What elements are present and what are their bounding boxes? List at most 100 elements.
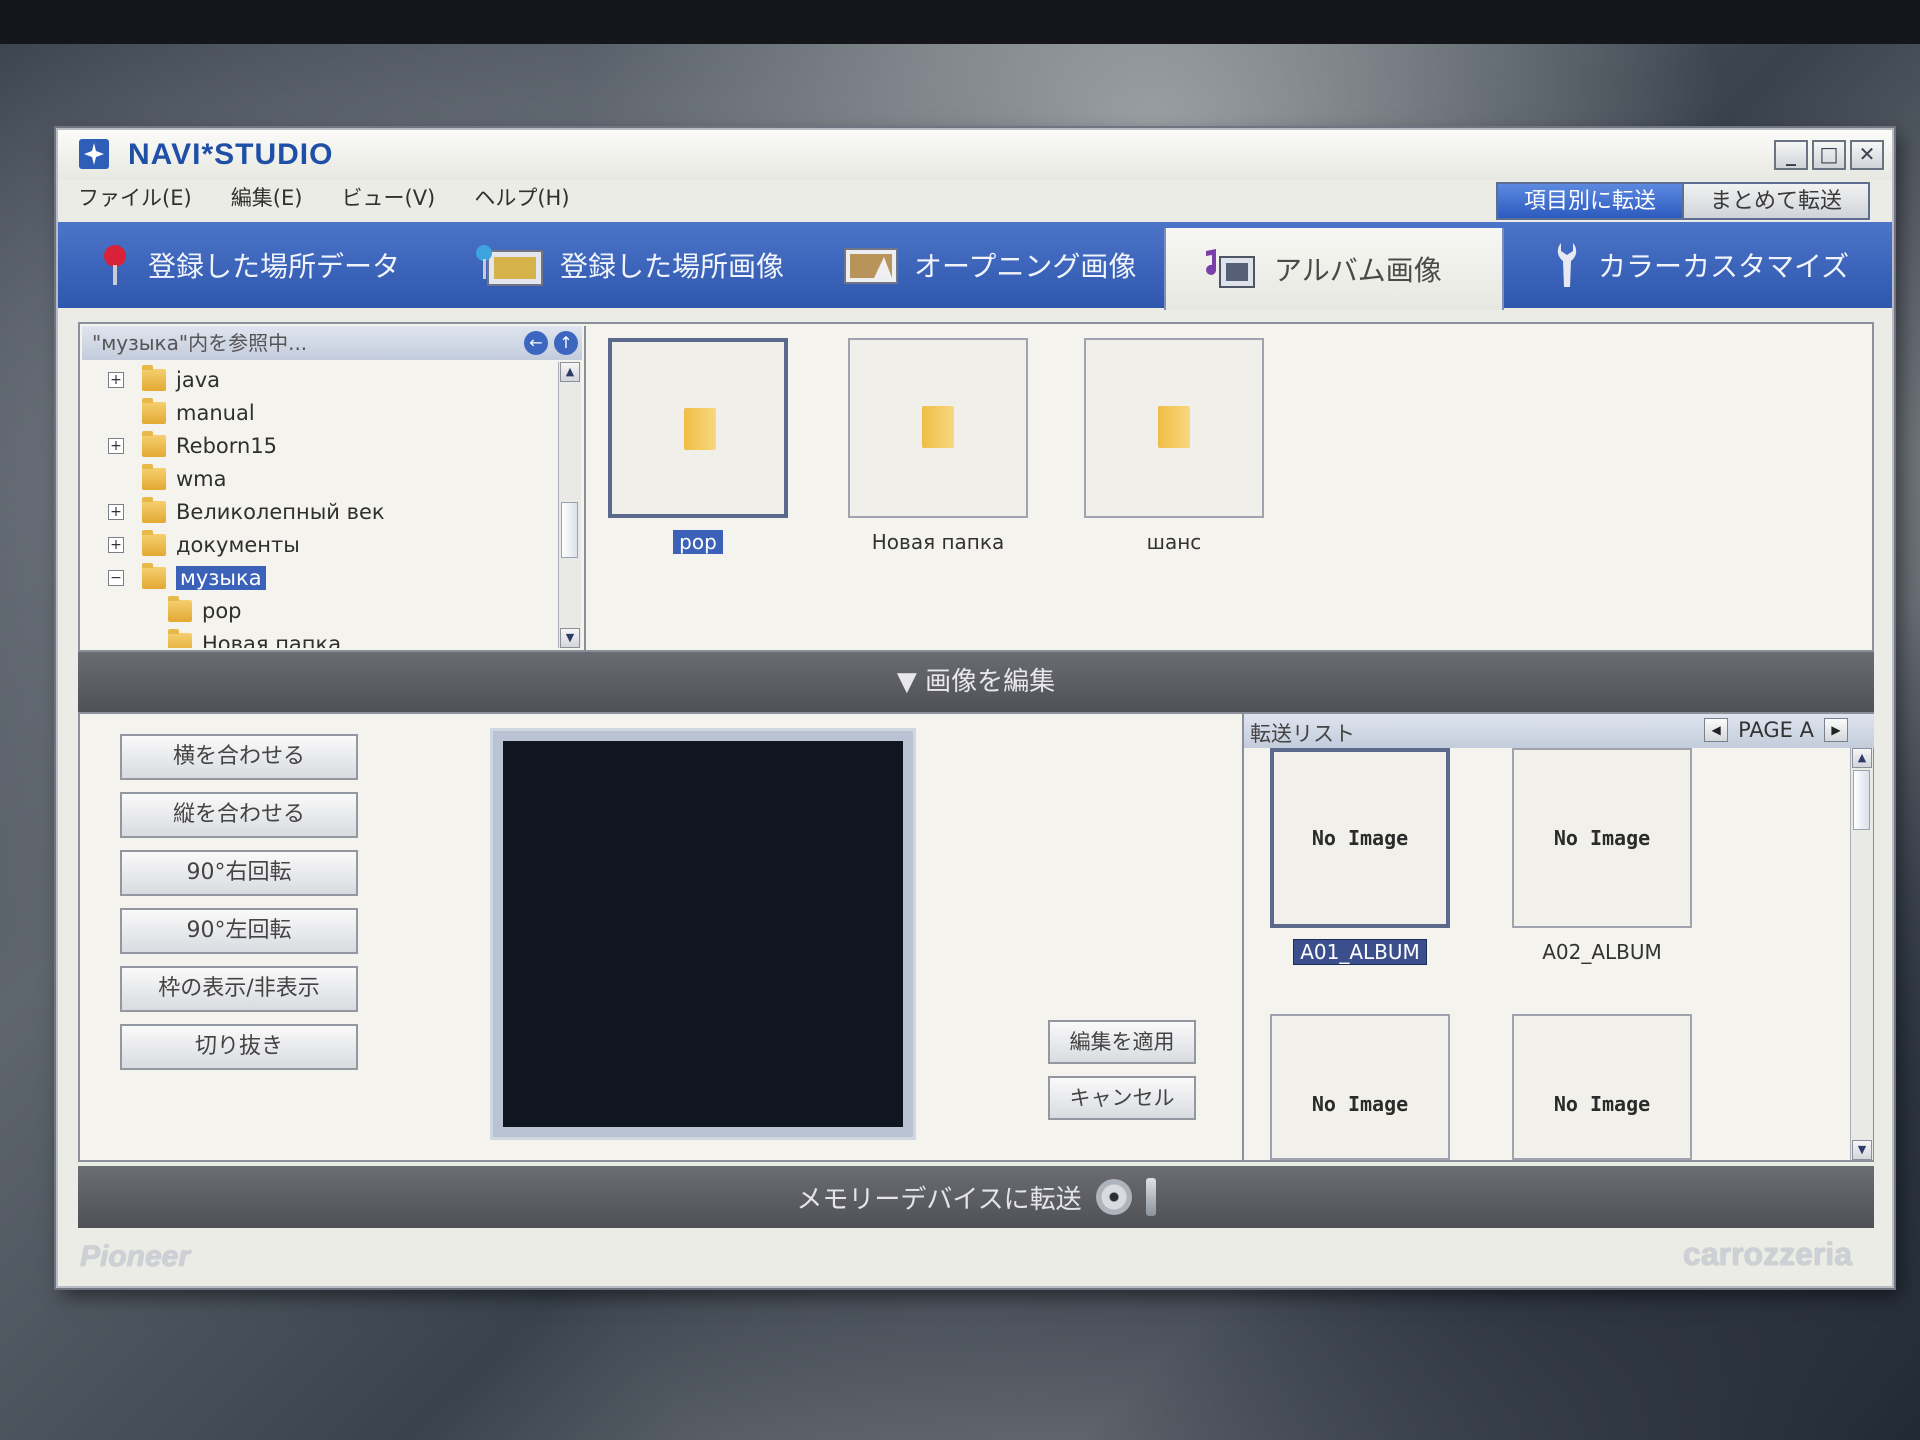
scroll-down-icon[interactable]: ▼ — [1852, 1140, 1872, 1160]
previous-page-icon[interactable]: ◀ — [1704, 718, 1729, 742]
folder-icon — [684, 408, 716, 450]
fit-height-button[interactable]: 縦を合わせる — [120, 792, 358, 838]
app-title: NAVI*STUDIO — [128, 138, 334, 171]
menu-view[interactable]: ビュー(V) — [342, 182, 436, 212]
tab-album-images[interactable]: アルバム画像 — [1164, 228, 1504, 310]
page-label: PAGE A — [1738, 718, 1814, 742]
pioneer-logo: Pioneer — [80, 1240, 191, 1273]
tab-label: オープニング画像 — [914, 250, 1137, 283]
expand-icon[interactable]: + — [108, 504, 124, 520]
collapse-icon[interactable]: − — [108, 570, 124, 586]
edit-image-label: 画像を編集 — [925, 667, 1056, 697]
wrench-icon — [1557, 243, 1577, 287]
album-slot-thumbnail[interactable]: No Image — [1270, 748, 1450, 928]
image-preview-frame — [490, 728, 916, 1140]
menu-file[interactable]: ファイル(E) — [78, 182, 192, 212]
tree-item-label: java — [176, 368, 220, 392]
folder-thumbnail-label: шанс — [1146, 530, 1202, 554]
album-slot-thumbnail[interactable]: No Image — [1512, 1014, 1692, 1160]
folder-icon — [142, 431, 166, 457]
app-logo-icon — [79, 139, 109, 169]
folder-browse-header: "музыка"内を参照中... ← ↑ — [82, 326, 582, 360]
album-slot-thumbnail[interactable]: No Image — [1270, 1014, 1450, 1160]
tree-scrollbar[interactable]: ▲ ▼ — [558, 362, 581, 648]
scroll-up-icon[interactable]: ▲ — [1852, 748, 1872, 768]
transfer-by-item-button[interactable]: 項目別に転送 — [1495, 182, 1684, 220]
tree-item[interactable]: wma — [108, 463, 227, 495]
pin-photo-icon — [476, 245, 543, 286]
tree-item-label: документы — [176, 533, 300, 557]
tree-item[interactable]: + документы — [108, 529, 300, 561]
next-page-icon[interactable]: ▶ — [1824, 718, 1848, 742]
scroll-up-icon[interactable]: ▲ — [560, 362, 580, 382]
tree-item-label: Новая папка — [202, 632, 342, 648]
toggle-frame-button[interactable]: 枠の表示/非表示 — [120, 966, 358, 1012]
folder-icon — [142, 464, 166, 490]
scroll-down-icon[interactable]: ▼ — [560, 628, 580, 648]
transfer-list-scrollbar[interactable]: ▲ ▼ — [1850, 748, 1873, 1160]
transfer-all-button[interactable]: まとめて転送 — [1683, 182, 1870, 220]
scroll-thumb[interactable] — [1853, 770, 1870, 830]
tab-location-images[interactable]: 登録した場所画像 — [474, 222, 784, 308]
folder-thumbnail[interactable] — [608, 338, 788, 518]
album-slot-label: A01_ALBUM — [1270, 939, 1450, 965]
disc-icon — [1095, 1179, 1132, 1215]
tree-item[interactable]: + java — [108, 364, 220, 396]
rotate-right-button[interactable]: 90°右回転 — [120, 850, 358, 896]
tree-item-selected[interactable]: − музыка — [108, 562, 266, 594]
tab-location-data[interactable]: 登録した場所データ — [98, 222, 400, 308]
album-slot-label: A02_ALBUM — [1542, 940, 1662, 964]
close-button[interactable]: ✕ — [1850, 140, 1884, 170]
maximize-button[interactable]: □ — [1812, 140, 1846, 170]
folder-icon — [142, 530, 166, 556]
apply-edit-button[interactable]: 編集を適用 — [1048, 1020, 1196, 1064]
expand-icon[interactable]: + — [108, 438, 124, 454]
fit-width-button[interactable]: 横を合わせる — [120, 734, 358, 780]
tab-color-customize[interactable]: カラーカスタマイズ — [1552, 222, 1849, 308]
tree-item-label: wma — [176, 467, 227, 491]
tree-item[interactable]: Новая папка — [168, 628, 341, 648]
page-navigator: ◀ PAGE A ▶ — [1704, 718, 1848, 742]
tree-item[interactable]: + Великолепный век — [108, 496, 385, 528]
menu-edit[interactable]: 編集(E) — [231, 182, 303, 212]
expand-icon[interactable]: + — [108, 372, 124, 388]
folder-icon — [168, 629, 192, 648]
folder-tree: + java manual + Reborn15 wma + Великолеп… — [82, 362, 566, 648]
parent-folder-icon[interactable]: ↑ — [554, 331, 578, 355]
navi-studio-window: NAVI*STUDIO _ □ ✕ ファイル(E) 編集(E) ビュー(V) ヘ… — [56, 128, 1894, 1288]
tree-item-label: музыка — [176, 566, 266, 590]
folder-icon — [1158, 406, 1190, 448]
transfer-to-memory-bar[interactable]: メモリーデバイスに転送 — [78, 1166, 1874, 1228]
tab-bar: 登録した場所データ 登録した場所画像 オープニング画像 アルバム画像 カラーカス… — [58, 222, 1892, 310]
tree-item-label: Великолепный век — [176, 500, 385, 524]
minimize-button[interactable]: _ — [1774, 140, 1808, 170]
transfer-list-panel: 転送リスト ◀ PAGE A ▶ No Image A01_ALBUM No I… — [1242, 714, 1874, 1160]
folder-thumbnail-label: Новая папка — [871, 530, 1005, 554]
folder-thumbnail[interactable] — [1084, 338, 1264, 518]
scroll-thumb[interactable] — [561, 502, 578, 558]
tab-label: アルバム画像 — [1274, 254, 1442, 287]
back-icon[interactable]: ← — [524, 331, 548, 355]
tree-item[interactable]: manual — [108, 397, 255, 429]
folder-icon — [142, 398, 166, 424]
album-slot-thumbnail[interactable]: No Image — [1512, 748, 1692, 928]
rotate-left-button[interactable]: 90°左回転 — [120, 908, 358, 954]
tree-item[interactable]: pop — [168, 595, 242, 627]
edit-image-bar[interactable]: ▼ 画像を編集 — [78, 652, 1874, 712]
folder-thumbnail[interactable] — [848, 338, 1028, 518]
browser-panel: "музыка"内を参照中... ← ↑ + java manual + Reb… — [78, 322, 1874, 652]
crop-button[interactable]: 切り抜き — [120, 1024, 358, 1070]
tab-label: 登録した場所データ — [148, 250, 401, 283]
menu-help[interactable]: ヘルプ(H) — [474, 182, 569, 212]
cancel-button[interactable]: キャンセル — [1048, 1076, 1196, 1120]
tab-opening-image[interactable]: オープニング画像 — [844, 222, 1136, 308]
expand-icon[interactable]: + — [108, 537, 124, 553]
tree-item[interactable]: + Reborn15 — [108, 430, 277, 462]
usb-icon — [1145, 1178, 1156, 1216]
title-bar: NAVI*STUDIO _ □ ✕ — [58, 130, 1892, 180]
tree-item-label: Reborn15 — [176, 434, 278, 458]
image-preview[interactable] — [503, 741, 903, 1127]
tree-item-label: manual — [176, 401, 255, 425]
monitor-bezel — [0, 0, 1920, 44]
tab-label: カラーカスタマイズ — [1598, 250, 1850, 283]
